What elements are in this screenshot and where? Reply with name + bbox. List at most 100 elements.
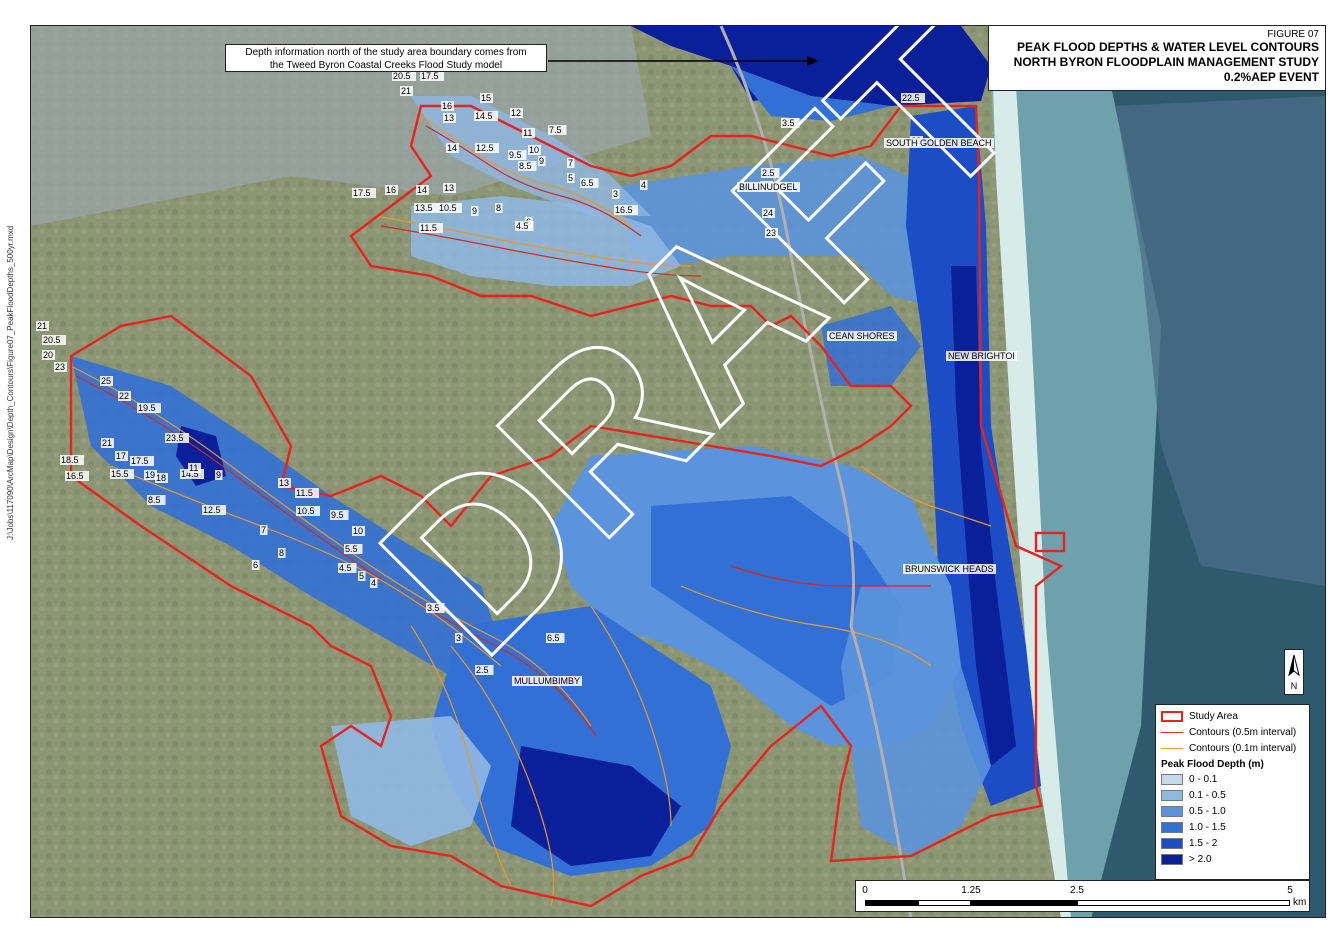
contour-label: 18.5 xyxy=(61,455,79,465)
depth-swatch xyxy=(1161,853,1183,865)
contour-label: 21 xyxy=(401,86,411,96)
contour-label: 6 xyxy=(253,560,258,570)
legend-study-area: Study Area xyxy=(1161,708,1304,724)
contour-label: 3.5 xyxy=(782,118,795,128)
depth-class-label: > 2.0 xyxy=(1189,853,1212,865)
depth-swatch xyxy=(1161,837,1183,849)
depth-class-0: 0 - 0.1 xyxy=(1161,771,1304,787)
contour-label: 3 xyxy=(613,189,618,199)
contour-label: 17 xyxy=(116,451,126,461)
contour-label: 22.5 xyxy=(902,93,920,103)
legend-contours-minor-label: Contours (0.1m interval) xyxy=(1189,742,1297,754)
scale-seg-1 xyxy=(865,900,918,906)
contour-label: 9 xyxy=(216,470,221,480)
contour-label: 19.5 xyxy=(138,403,156,413)
legend-contours-major: Contours (0.5m interval) xyxy=(1161,724,1304,740)
file-path: J:\Jobs\117090\ArcMap\Design\Depth_Conto… xyxy=(6,225,15,540)
depth-swatch xyxy=(1161,821,1183,833)
title-line-3: 0.2%AEP EVENT xyxy=(1223,70,1319,84)
flood-map[interactable]: DRAFT 20.5 17.521151614.5 1213111098.57.51… xyxy=(31,26,1326,918)
contour-label: 13 xyxy=(444,183,454,193)
contour-label: 11 xyxy=(189,463,198,473)
depth-class-2: 0.5 - 1.0 xyxy=(1161,803,1304,819)
north-arrow: N xyxy=(1284,649,1304,695)
contour-major-swatch xyxy=(1161,731,1183,733)
label-ocean-shores: CEAN SHORES xyxy=(827,331,897,341)
scale-seg-2 xyxy=(918,900,971,906)
data-source-note: Depth information north of the study are… xyxy=(225,44,547,72)
contour-label: 10.5 xyxy=(439,203,457,213)
contour-label: 9.5 xyxy=(509,150,522,160)
map-frame[interactable]: DRAFT 20.5 17.5 21 15 16 14.5 12 13 11 10 9 8.5 7.5 1… xyxy=(30,25,1326,918)
contour-label: 14 xyxy=(417,185,427,195)
contour-label: 8 xyxy=(496,203,501,213)
contour-label: 10 xyxy=(529,145,539,155)
depth-swatch xyxy=(1161,789,1183,801)
scale-label-3: 5 xyxy=(1287,885,1293,896)
contour-label: 7 xyxy=(261,525,266,535)
contour-label: 2.5 xyxy=(762,168,775,178)
contour-label: 5.5 xyxy=(345,544,358,554)
contour-label: 4.5 xyxy=(516,221,529,231)
depth-class-label: 0.5 - 1.0 xyxy=(1189,805,1226,817)
contour-label: 13 xyxy=(279,478,289,488)
contour-label: 25 xyxy=(101,376,111,386)
legend-depth-title: Peak Flood Depth (m) xyxy=(1161,759,1264,770)
contour-label: 12.5 xyxy=(203,505,221,515)
contour-label: 11.5 xyxy=(296,488,313,498)
title-line-1: PEAK FLOOD DEPTHS & WATER LEVEL CONTOURS xyxy=(1016,40,1319,54)
label-south-golden-beach: SOUTH GOLDEN BEACH xyxy=(884,138,994,148)
contour-label: 15.5 xyxy=(111,469,129,479)
figure-number: FIGURE 07 xyxy=(1267,29,1319,40)
contour-label: 13.5 xyxy=(415,203,433,213)
depth-class-5: > 2.0 xyxy=(1161,851,1304,867)
contour-label: 5 xyxy=(568,173,573,183)
contour-label: 3.5 xyxy=(427,603,440,613)
contour-label: 23 xyxy=(766,228,776,238)
contour-label: 18 xyxy=(156,473,166,483)
contour-label: 20.5 xyxy=(43,335,61,345)
contour-label: 9 xyxy=(539,156,544,166)
contour-label: 23 xyxy=(55,362,65,372)
contour-label: 22 xyxy=(119,391,129,401)
north-letter: N xyxy=(1290,681,1298,691)
contour-label: 7.5 xyxy=(549,125,562,135)
contour-label: 12.5 xyxy=(476,143,494,153)
depth-class-4: 1.5 - 2 xyxy=(1161,835,1304,851)
contour-label: 15 xyxy=(481,93,491,103)
contour-label: 16.5 xyxy=(615,205,633,215)
depth-class-label: 0.1 - 0.5 xyxy=(1189,789,1226,801)
contour-label: 19 xyxy=(145,470,155,480)
contour-label: 17.5 xyxy=(131,456,149,466)
depth-class-3: 1.0 - 1.5 xyxy=(1161,819,1304,835)
label-new-brighton: NEW BRIGHTOI xyxy=(946,351,1017,361)
scale-label-2: 2.5 xyxy=(1070,885,1084,896)
contour-label: 3 xyxy=(456,633,461,643)
label-billinudgel: BILLINUDGEL xyxy=(737,182,800,192)
depth-class-label: 1.5 - 2 xyxy=(1189,837,1218,849)
note-line-1: Depth information north of the study are… xyxy=(245,47,527,58)
scale-seg-3 xyxy=(971,900,1077,906)
contour-label: 7 xyxy=(568,158,573,168)
contour-label: 16.5 xyxy=(66,471,84,481)
depth-classes: 0 - 0.1 0.1 - 0.5 0.5 - 1.0 1.0 - 1.5 1.5 - … xyxy=(1161,771,1304,867)
contour-label: 8.5 xyxy=(519,161,532,171)
depth-class-label: 0 - 0.1 xyxy=(1189,773,1218,785)
contour-label: 9 xyxy=(472,206,477,216)
contour-label: 9.5 xyxy=(331,510,344,520)
title-block: FIGURE 07 PEAK FLOOD DEPTHS & WATER LEVE… xyxy=(988,25,1326,91)
scale-unit: km xyxy=(1293,897,1307,908)
north-arrow-icon xyxy=(1288,654,1300,677)
contour-label: 8.5 xyxy=(148,495,161,505)
contour-label: 5 xyxy=(359,571,364,581)
title-line-2: NORTH BYRON FLOODPLAIN MANAGEMENT STUDY xyxy=(1013,55,1319,69)
contour-label: 13 xyxy=(444,113,454,123)
contour-label: 10.5 xyxy=(297,506,315,516)
contour-label: 6.5 xyxy=(547,633,560,643)
contour-label: 23.5 xyxy=(166,433,184,443)
contour-label: 17.5 xyxy=(353,188,371,198)
contour-label: 16 xyxy=(386,185,396,195)
contour-label: 14 xyxy=(447,143,457,153)
contour-minor-swatch xyxy=(1161,747,1183,749)
depth-swatch xyxy=(1161,773,1183,785)
